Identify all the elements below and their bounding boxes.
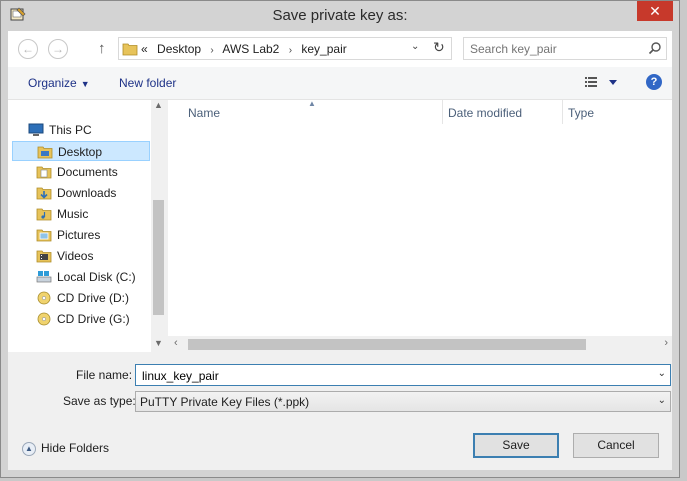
navigation-pane: This PC Desktop Documents Downloads Musi… — [8, 100, 165, 352]
videos-folder-icon — [36, 250, 52, 263]
breadcrumb-separator-icon[interactable]: › — [289, 45, 292, 56]
address-bar[interactable]: « Desktop › AWS Lab2 › key_pair ⌄ ↻ — [118, 37, 452, 60]
folder-icon — [122, 43, 138, 56]
up-arrow-icon: ↑ — [98, 40, 106, 57]
nav-item-pictures[interactable]: Pictures — [36, 225, 100, 245]
nav-item-music[interactable]: Music — [36, 204, 88, 224]
title-bar[interactable]: Save private key as: ✕ — [1, 1, 679, 31]
documents-folder-icon — [36, 166, 52, 179]
nav-item-label: Pictures — [57, 228, 101, 242]
scroll-up-icon[interactable]: ▲ — [154, 100, 163, 110]
search-input[interactable] — [468, 41, 642, 57]
file-name-combobox[interactable]: ⌄ — [135, 364, 671, 386]
nav-item-label: Documents — [57, 165, 118, 179]
nav-item-label: CD Drive (G:) — [57, 312, 130, 326]
nav-item-this-pc[interactable]: This PC — [28, 120, 92, 140]
chevron-down-icon: ▼ — [80, 79, 90, 89]
search-icon[interactable] — [648, 41, 662, 55]
scroll-down-icon[interactable]: ▼ — [154, 338, 163, 348]
downloads-folder-icon — [36, 187, 52, 200]
computer-icon — [28, 123, 44, 136]
music-folder-icon — [36, 208, 52, 221]
close-button[interactable]: ✕ — [637, 1, 673, 21]
cancel-button[interactable]: Cancel — [573, 433, 659, 458]
forward-arrow-icon: → — [52, 42, 64, 56]
command-bar: Organize ▼ New folder ? — [8, 67, 672, 100]
file-list: ▲ Name Date modified Type — [168, 99, 672, 352]
file-name-input[interactable] — [140, 368, 644, 384]
scrollbar-thumb[interactable] — [153, 200, 164, 315]
organize-button[interactable]: Organize ▼ — [28, 76, 90, 90]
chevron-down-icon[interactable]: ⌄ — [658, 368, 666, 379]
back-button[interactable]: ← — [18, 39, 38, 59]
nav-item-label: This PC — [49, 123, 92, 137]
breadcrumb-item-aws-lab2[interactable]: AWS Lab2 — [222, 42, 279, 56]
save-as-type-select[interactable]: PuTTY Private Key Files (*.ppk) ⌄ — [135, 391, 671, 412]
scrollbar-thumb[interactable] — [188, 339, 586, 350]
save-dialog: Save private key as: ✕ ← → ↑ « Desktop ›… — [0, 0, 680, 478]
new-folder-button[interactable]: New folder — [119, 76, 176, 90]
column-divider[interactable] — [562, 100, 563, 124]
change-view-button[interactable] — [585, 75, 621, 92]
nav-item-label: Local Disk (C:) — [57, 270, 136, 284]
nav-item-cd-drive-d[interactable]: CD Drive (D:) — [36, 288, 129, 308]
nav-item-label: Desktop — [58, 145, 103, 159]
save-as-type-value: PuTTY Private Key Files (*.ppk) — [140, 395, 310, 409]
cd-drive-icon — [37, 312, 51, 326]
nav-item-label: CD Drive (D:) — [57, 291, 129, 305]
nav-item-downloads[interactable]: Downloads — [36, 183, 116, 203]
chevron-up-icon: ▲ — [22, 441, 36, 456]
save-as-type-label: Save as type: — [63, 394, 136, 408]
drive-icon — [36, 270, 52, 283]
pictures-folder-icon — [36, 229, 52, 242]
dialog-body: ← → ↑ « Desktop › AWS Lab2 › key_pair ⌄ … — [8, 31, 672, 470]
breadcrumb-item-desktop[interactable]: Desktop — [157, 42, 201, 56]
address-history-dropdown-icon[interactable]: ⌄ — [411, 41, 419, 52]
hide-folders-button[interactable]: ▲ Hide Folders — [22, 441, 109, 456]
column-divider[interactable] — [442, 100, 443, 124]
breadcrumb-item-key-pair[interactable]: key_pair — [301, 42, 346, 56]
back-arrow-icon: ← — [22, 42, 34, 56]
address-row: ← → ↑ « Desktop › AWS Lab2 › key_pair ⌄ … — [8, 31, 672, 67]
help-icon[interactable]: ? — [646, 74, 662, 90]
up-button[interactable]: ↑ — [98, 40, 106, 57]
details-view-icon — [585, 77, 617, 87]
breadcrumb: « Desktop › AWS Lab2 › key_pair — [141, 42, 353, 56]
column-header-name[interactable]: Name — [188, 106, 220, 120]
nav-item-label: Music — [57, 207, 89, 221]
forward-button[interactable]: → — [48, 39, 68, 59]
new-folder-label: New folder — [119, 76, 177, 90]
scroll-right-icon[interactable]: › — [664, 337, 668, 349]
navigation-pane-scrollbar[interactable]: ▲ ▼ — [151, 100, 166, 353]
folder-icon — [37, 146, 53, 159]
column-header-date-modified[interactable]: Date modified — [448, 106, 522, 120]
breadcrumb-overflow[interactable]: « — [141, 42, 148, 56]
nav-item-label: Videos — [57, 249, 94, 263]
nav-item-cd-drive-g[interactable]: CD Drive (G:) — [36, 309, 130, 329]
nav-item-label: Downloads — [57, 186, 117, 200]
chevron-down-icon: ⌄ — [657, 395, 666, 406]
file-list-horizontal-scrollbar[interactable]: ‹ › — [168, 336, 672, 352]
nav-item-desktop[interactable]: Desktop — [12, 141, 150, 161]
search-box[interactable] — [463, 37, 667, 60]
save-form: File name: ⌄ Save as type: PuTTY Private… — [8, 353, 672, 470]
organize-label: Organize — [28, 76, 77, 90]
close-icon: ✕ — [649, 3, 661, 19]
refresh-icon[interactable]: ↻ — [433, 39, 445, 56]
breadcrumb-separator-icon[interactable]: › — [210, 45, 213, 56]
scroll-left-icon[interactable]: ‹ — [174, 337, 178, 349]
nav-item-local-disk-c[interactable]: Local Disk (C:) — [36, 267, 136, 287]
nav-item-documents[interactable]: Documents — [36, 162, 118, 182]
save-button[interactable]: Save — [473, 433, 559, 458]
nav-item-videos[interactable]: Videos — [36, 246, 93, 266]
file-name-label: File name: — [76, 368, 133, 382]
cd-drive-icon — [37, 291, 51, 305]
dialog-title: Save private key as: — [272, 7, 408, 24]
sort-ascending-icon: ▲ — [308, 99, 316, 108]
column-header-type[interactable]: Type — [568, 106, 594, 120]
hide-folders-label: Hide Folders — [41, 441, 110, 455]
